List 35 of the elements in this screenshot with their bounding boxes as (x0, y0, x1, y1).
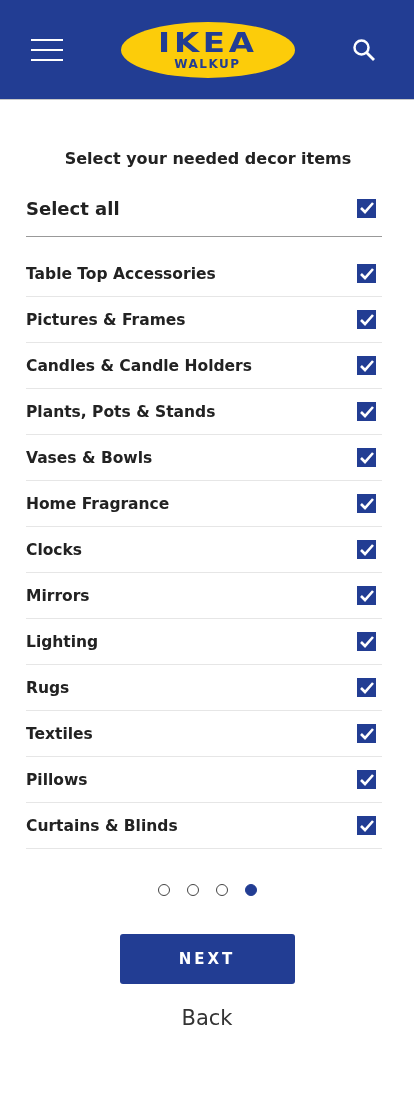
checkbox[interactable] (357, 816, 376, 835)
item-label: Rugs (26, 678, 70, 697)
next-button[interactable]: NEXT (119, 934, 295, 984)
item-label: Textiles (26, 724, 93, 743)
item-label: Mirrors (26, 586, 90, 605)
checkbox[interactable] (357, 770, 376, 789)
item-label: Clocks (26, 540, 83, 559)
search-icon[interactable] (352, 37, 376, 62)
checkbox[interactable] (357, 586, 376, 605)
select-all-label: Select all (26, 197, 120, 219)
page-dot[interactable] (244, 884, 257, 896)
item-label: Pillows (26, 770, 88, 789)
item-label: Plants, Pots & Stands (26, 402, 216, 421)
menu-icon[interactable] (31, 38, 63, 61)
checkbox[interactable] (357, 632, 376, 651)
item-label: Lighting (26, 632, 99, 651)
back-link[interactable]: Back (181, 1006, 233, 1030)
checkbox[interactable] (357, 678, 376, 697)
item-label: Candles & Candle Holders (26, 356, 252, 375)
logo: IKEA WALKUP (120, 21, 295, 78)
item-label: Pictures & Frames (26, 310, 186, 329)
checkbox[interactable] (357, 198, 376, 218)
checkbox[interactable] (357, 402, 376, 421)
checkbox[interactable] (357, 494, 376, 513)
checkbox[interactable] (357, 356, 376, 375)
item-label: Vases & Bowls (26, 448, 153, 467)
checkbox[interactable] (357, 264, 376, 283)
checkbox[interactable] (357, 540, 376, 559)
item-label: Home Fragrance (26, 494, 170, 513)
checkbox[interactable] (357, 724, 376, 743)
item-label: Table Top Accessories (26, 264, 216, 283)
item-label: Curtains & Blinds (26, 816, 178, 835)
page-title: Select your needed decor items (63, 148, 353, 170)
checkbox[interactable] (357, 310, 376, 329)
checkbox[interactable] (357, 448, 376, 467)
